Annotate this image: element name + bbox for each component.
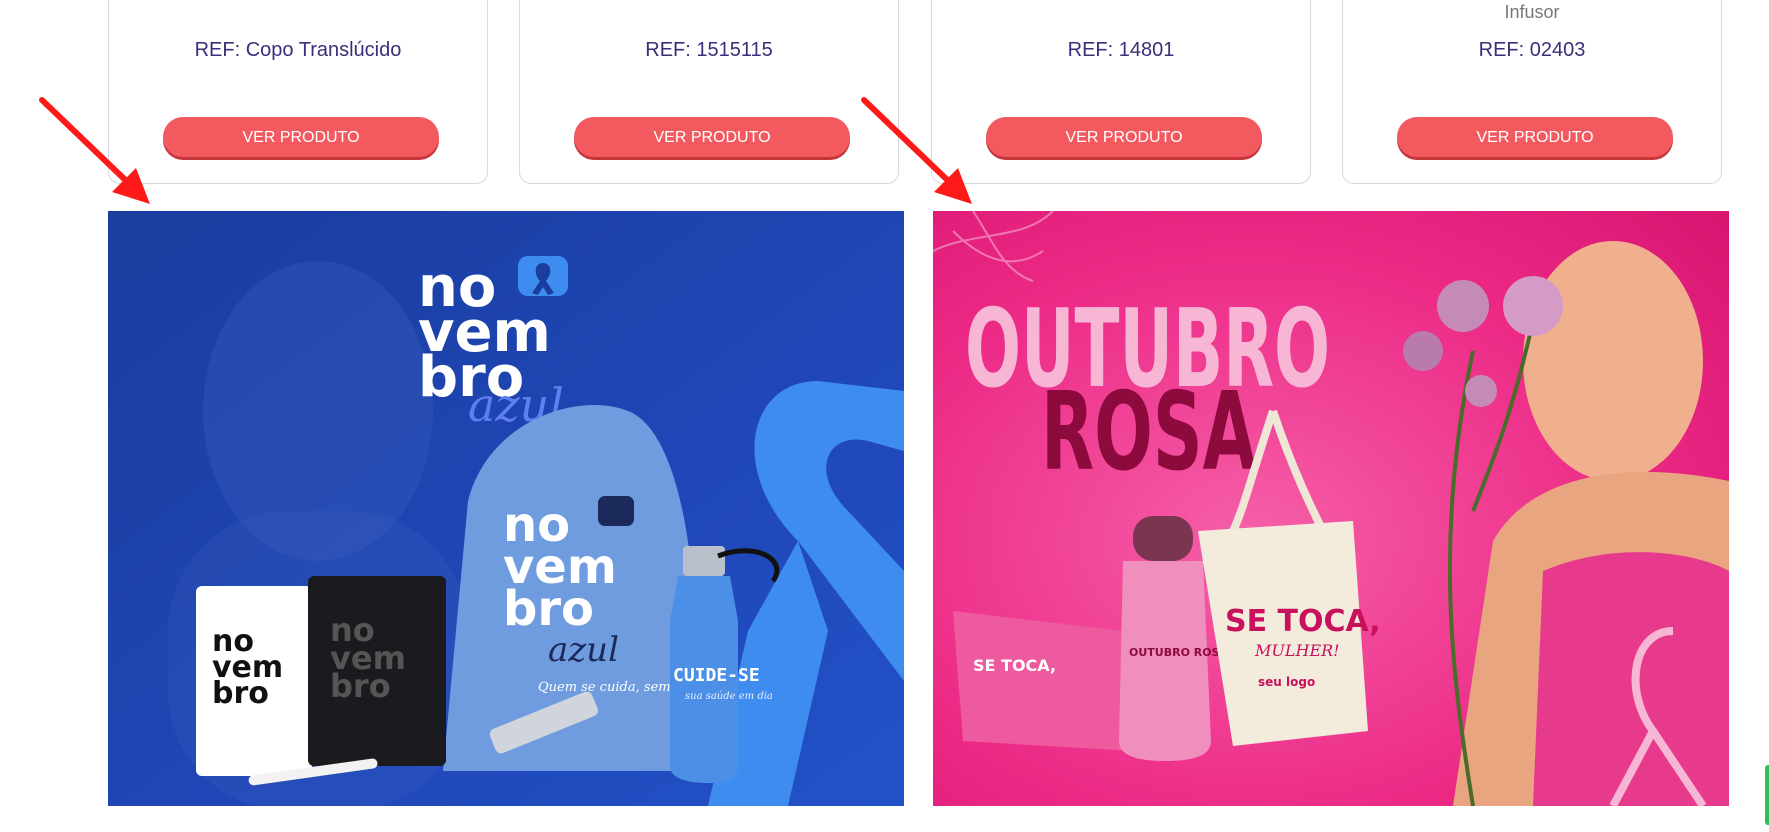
svg-text:bro: bro — [503, 581, 594, 637]
svg-text:OUTUBRO ROSA: OUTUBRO ROSA — [1129, 646, 1228, 659]
water-bottle — [1119, 561, 1211, 761]
view-product-button[interactable]: VER PRODUTO — [163, 117, 439, 157]
bottle-cap — [683, 546, 725, 576]
novembro-logo: no vem bro azul — [418, 255, 568, 432]
svg-text:MULHER!: MULHER! — [1254, 641, 1340, 660]
product-ref: REF: 14801 — [1067, 39, 1175, 61]
svg-text:SE TOCA,: SE TOCA, — [1225, 604, 1381, 639]
svg-text:CUIDE-SE: CUIDE-SE — [673, 665, 760, 686]
view-product-button[interactable]: VER PRODUTO — [574, 117, 850, 157]
annotation-arrow-icon — [39, 97, 150, 204]
title-rosa: ROSA — [1041, 370, 1256, 495]
view-product-button[interactable]: VER PRODUTO — [1397, 117, 1673, 157]
outubro-rosa-banner[interactable]: OUTUBRO ROSA SE TOCA, OUTUBRO ROSA SE TO… — [933, 211, 1729, 806]
annotation-arrow-icon — [861, 97, 972, 204]
view-product-button[interactable]: VER PRODUTO — [986, 117, 1262, 157]
product-card: REF: 14801 VER PRODUTO — [931, 0, 1311, 184]
product-card: REF: Copo Translúcido VER PRODUTO — [108, 0, 488, 184]
product-card: Infusor REF: 02403 VER PRODUTO — [1342, 0, 1722, 184]
svg-text:azul: azul — [548, 630, 619, 670]
novembro-azul-banner[interactable]: no vem bro azul no vem bro azul Quem se … — [108, 211, 904, 806]
chat-widget-tab[interactable] — [1765, 765, 1769, 825]
svg-text:sua saúde em dia: sua saúde em dia — [685, 691, 773, 702]
product-ref: REF: Copo Translúcido — [194, 39, 402, 61]
product-ref: REF: 02403 — [1478, 39, 1586, 61]
product-ref: REF: 1515115 — [645, 39, 773, 61]
product-name: Infusor — [1504, 2, 1560, 22]
svg-text:SE TOCA,: SE TOCA, — [973, 656, 1056, 675]
toiletry-pouch — [953, 611, 1133, 751]
product-card: REF: 1515115 VER PRODUTO — [519, 0, 899, 184]
woman-photo — [1523, 241, 1703, 481]
svg-text:seu logo: seu logo — [1258, 675, 1315, 689]
svg-text:bro: bro — [212, 676, 269, 711]
svg-text:bro: bro — [330, 667, 391, 705]
bottle-cap — [1133, 516, 1193, 561]
